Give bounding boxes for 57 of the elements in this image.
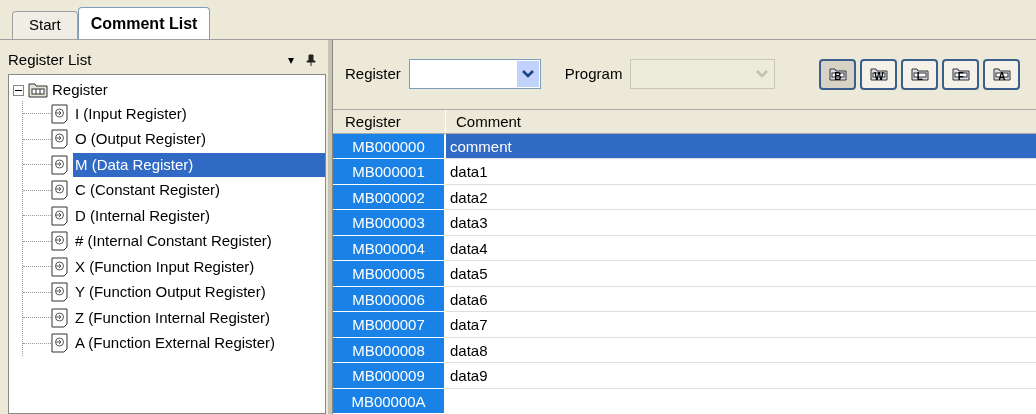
tree-item[interactable]: D (Internal Register) xyxy=(73,203,211,228)
row-header[interactable]: MB000000 xyxy=(333,133,446,159)
dropdown-icon[interactable]: ▾ xyxy=(288,51,294,69)
row-header[interactable]: MB000004 xyxy=(333,235,446,261)
register-dropdown[interactable] xyxy=(408,59,541,90)
type-button[interactable]: A xyxy=(983,58,1021,90)
row-header[interactable]: MB000005 xyxy=(333,261,446,287)
tree-item[interactable]: M (Data Register) xyxy=(73,152,325,177)
type-button[interactable]: F xyxy=(942,58,980,90)
folder-icon xyxy=(28,82,48,98)
row-header[interactable]: MB000009 xyxy=(333,363,446,389)
row-header[interactable]: MB000007 xyxy=(333,312,446,338)
type-button[interactable]: B xyxy=(819,58,857,90)
register-icon xyxy=(51,256,69,277)
tree-item[interactable]: Register xyxy=(52,78,108,102)
register-icon xyxy=(51,231,69,252)
tree-item[interactable]: Y (Function Output Register) xyxy=(73,280,266,305)
register-icon xyxy=(51,307,69,328)
register-icon xyxy=(51,129,69,150)
tab[interactable]: Start xyxy=(12,11,78,39)
folder-icon xyxy=(828,67,847,82)
row-header[interactable]: MB000008 xyxy=(333,337,446,363)
row-header[interactable]: MB000001 xyxy=(333,159,446,185)
folder-icon xyxy=(910,67,929,82)
caret-icon xyxy=(516,61,539,88)
folder-icon xyxy=(951,67,970,82)
table-cell[interactable]: comment xyxy=(446,133,1036,159)
tree-item[interactable]: Z (Function Internal Register) xyxy=(73,305,271,330)
tree-item[interactable]: I (Input Register) xyxy=(73,101,187,126)
tree-item[interactable]: A (Function External Register) xyxy=(73,331,276,356)
register-icon xyxy=(51,205,69,226)
tree-item[interactable]: # (Internal Constant Register) xyxy=(73,229,272,254)
folder-icon xyxy=(992,67,1011,82)
folder-icon xyxy=(869,67,888,82)
row-header[interactable]: MB000003 xyxy=(333,210,446,236)
tab[interactable]: Comment List xyxy=(77,7,211,39)
register-label: Register xyxy=(345,64,401,84)
tree-item[interactable]: O (Output Register) xyxy=(73,127,206,152)
row-header[interactable]: MB00000A xyxy=(333,388,446,414)
register-icon xyxy=(51,154,69,175)
panel-title: Register List xyxy=(8,49,92,70)
row-header[interactable]: MB000006 xyxy=(333,286,446,312)
row-header[interactable]: MB000002 xyxy=(333,184,446,210)
tree-item[interactable]: X (Function Input Register) xyxy=(73,254,255,279)
register-icon xyxy=(51,333,69,354)
column-header[interactable]: Comment xyxy=(446,109,1036,133)
register-icon xyxy=(51,282,69,303)
program-label: Program xyxy=(564,64,623,84)
register-icon xyxy=(51,103,69,124)
type-button[interactable]: L xyxy=(901,58,939,90)
caret-icon xyxy=(756,70,769,79)
tree-item[interactable]: C (Constant Register) xyxy=(73,178,221,203)
collapse-toggle[interactable] xyxy=(13,84,24,96)
pin-icon[interactable] xyxy=(306,54,316,66)
register-icon xyxy=(51,180,69,201)
column-header[interactable]: Register xyxy=(333,109,446,133)
type-button[interactable]: W xyxy=(860,58,898,90)
